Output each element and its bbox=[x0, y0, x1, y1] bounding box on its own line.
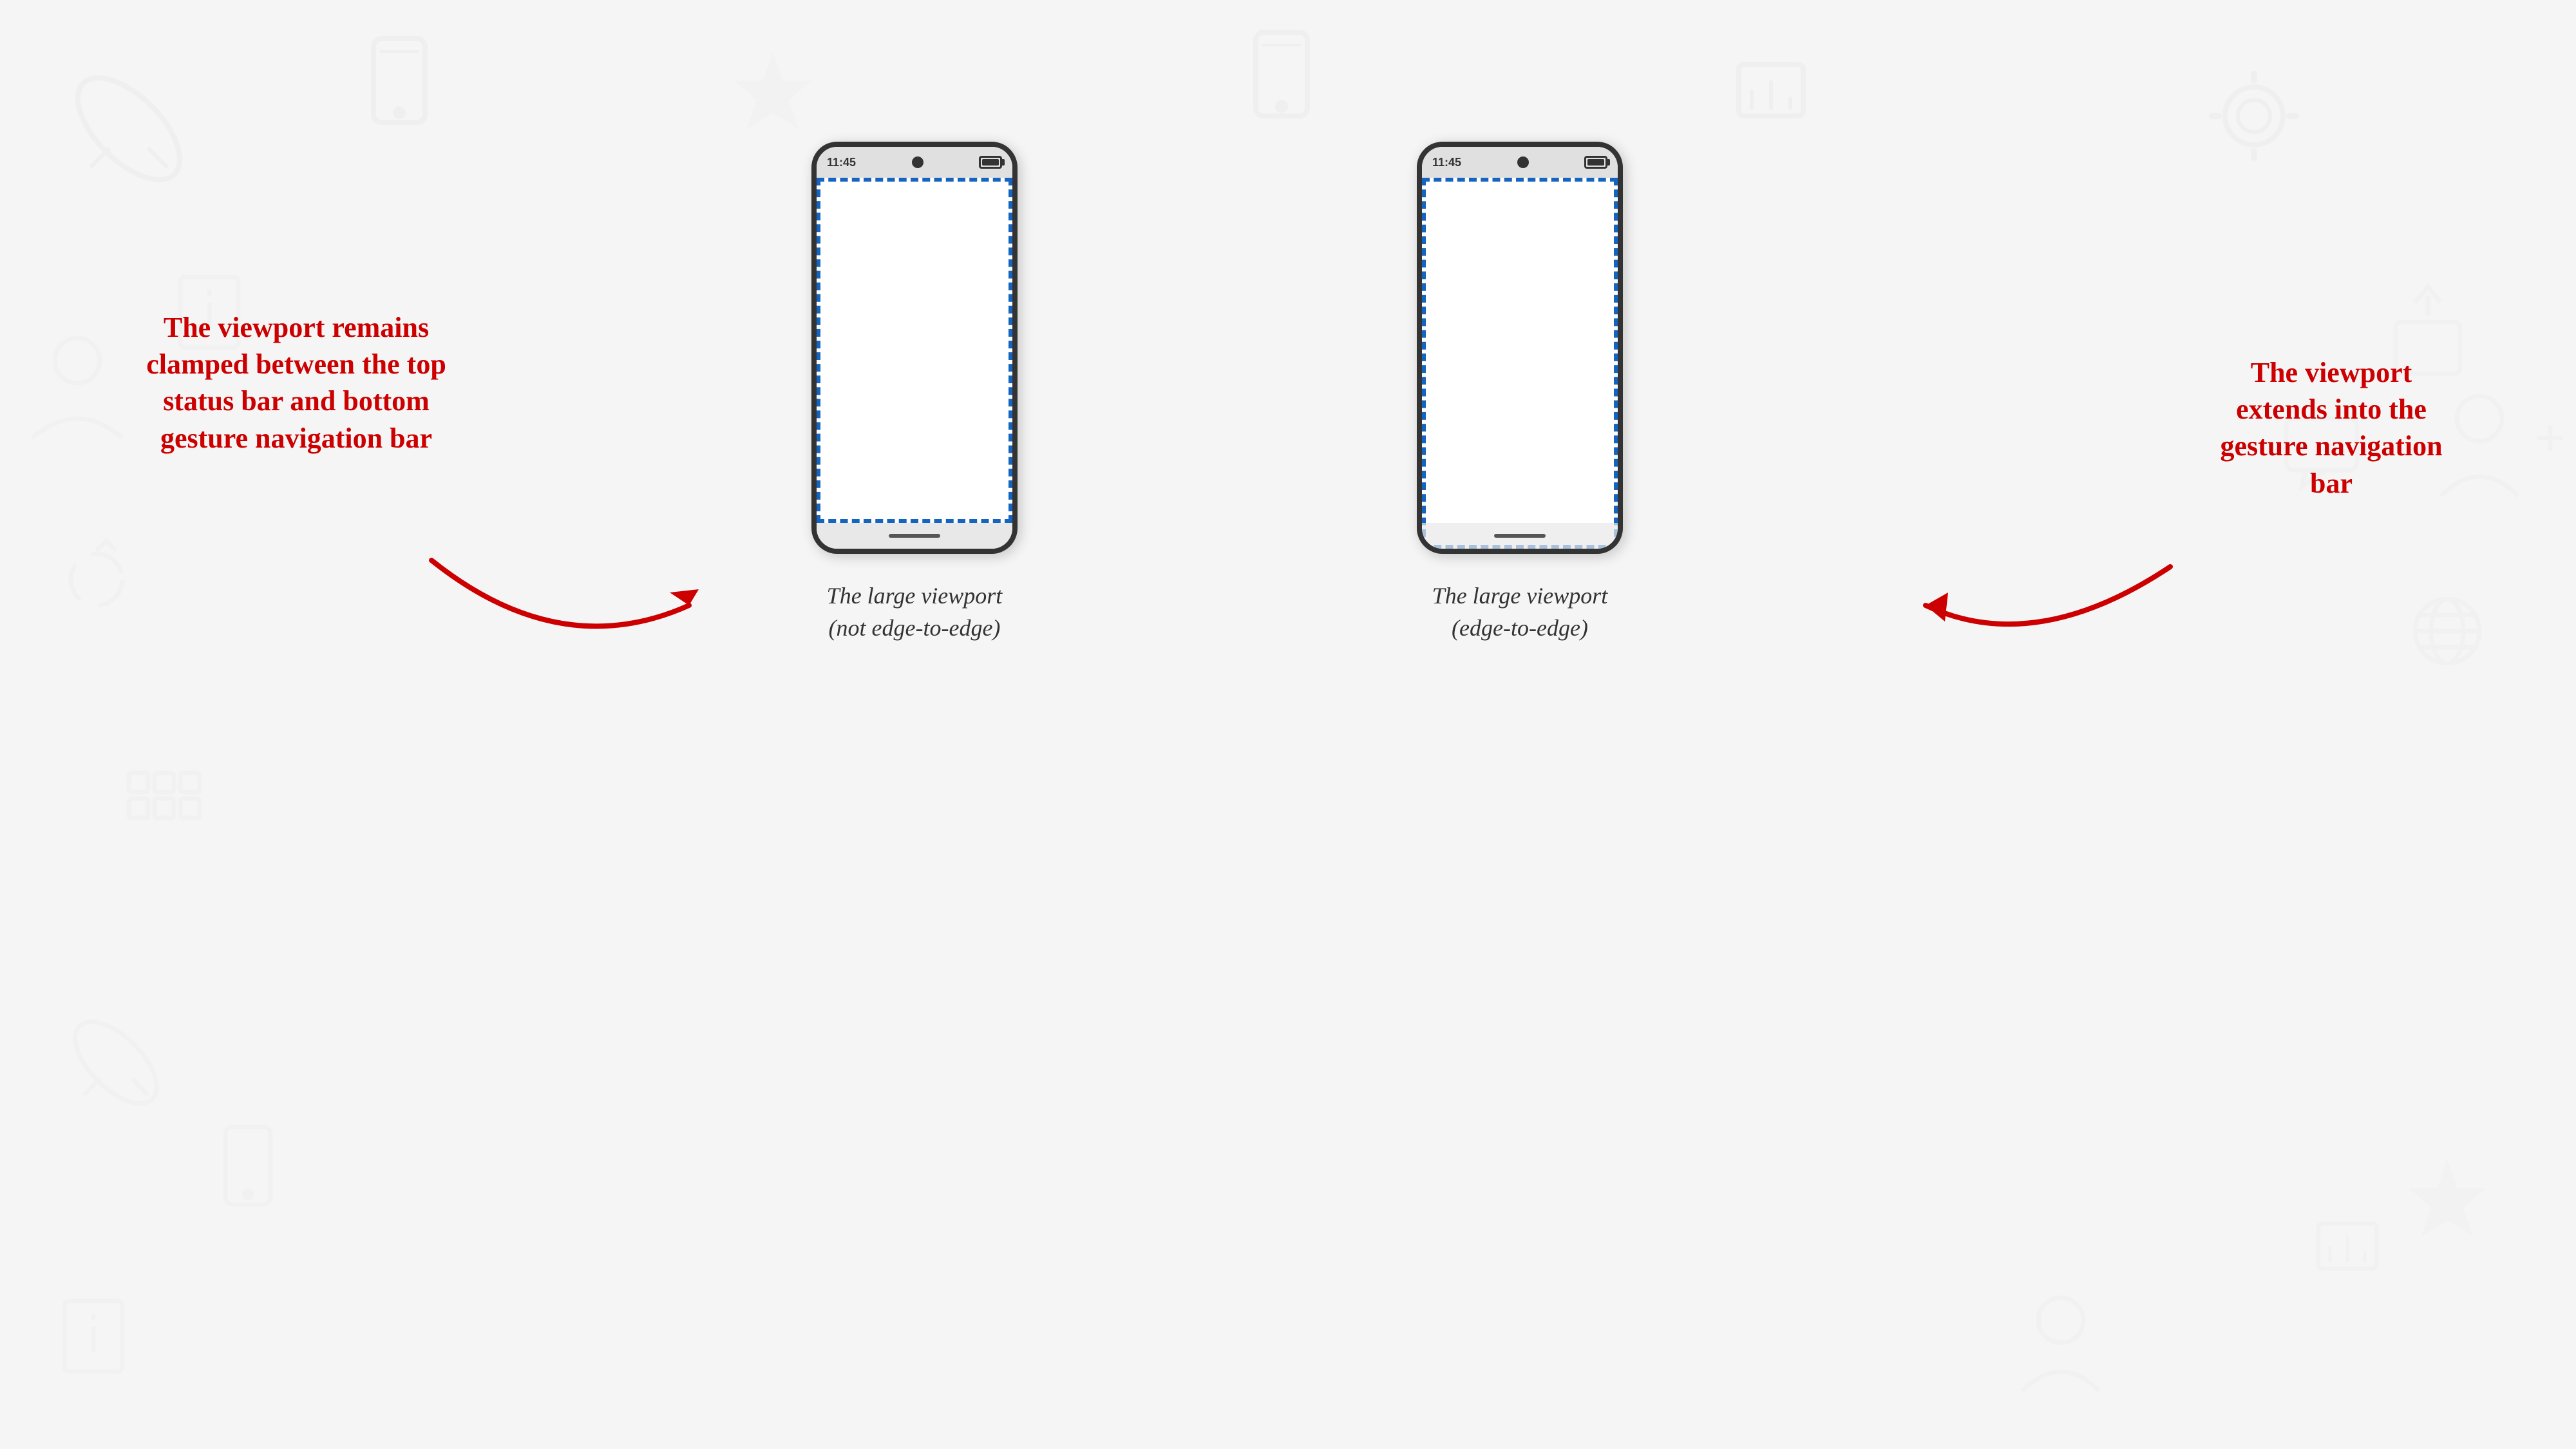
gesture-indicator-1 bbox=[889, 534, 940, 538]
gesture-bar-2 bbox=[1422, 523, 1618, 549]
gesture-bar-1 bbox=[817, 523, 1012, 549]
status-bar-2: 11:45 bbox=[1422, 147, 1618, 178]
right-arrow bbox=[1893, 554, 2202, 670]
phone-mockup-1: 11:45 bbox=[811, 142, 1018, 554]
right-annotation: The viewportextends into thegesture navi… bbox=[2164, 354, 2499, 502]
viewport-edge bbox=[1422, 178, 1618, 549]
status-time-1: 11:45 bbox=[827, 156, 856, 169]
battery-1 bbox=[979, 156, 1002, 169]
phone-not-edge-to-edge: 11:45 The large viewport (not edge-to-ed… bbox=[811, 142, 1018, 645]
left-annotation: The viewport remains clamped between the… bbox=[129, 309, 464, 457]
phone-edge-to-edge: 11:45 The large viewport (edge-to-edge) bbox=[1417, 142, 1623, 645]
gesture-indicator-2 bbox=[1494, 534, 1546, 538]
camera-dot-1 bbox=[912, 156, 923, 168]
battery-2 bbox=[1584, 156, 1607, 169]
viewport-clamped bbox=[817, 178, 1012, 523]
phone-mockup-2: 11:45 bbox=[1417, 142, 1623, 554]
camera-dot-2 bbox=[1517, 156, 1529, 168]
status-time-2: 11:45 bbox=[1432, 156, 1461, 169]
caption-phone-1: The large viewport (not edge-to-edge) bbox=[827, 580, 1003, 645]
status-bar-1: 11:45 bbox=[817, 147, 1012, 178]
main-content: The viewport remains clamped between the… bbox=[0, 0, 2576, 1449]
left-arrow bbox=[399, 547, 721, 676]
caption-phone-2: The large viewport (edge-to-edge) bbox=[1432, 580, 1608, 645]
